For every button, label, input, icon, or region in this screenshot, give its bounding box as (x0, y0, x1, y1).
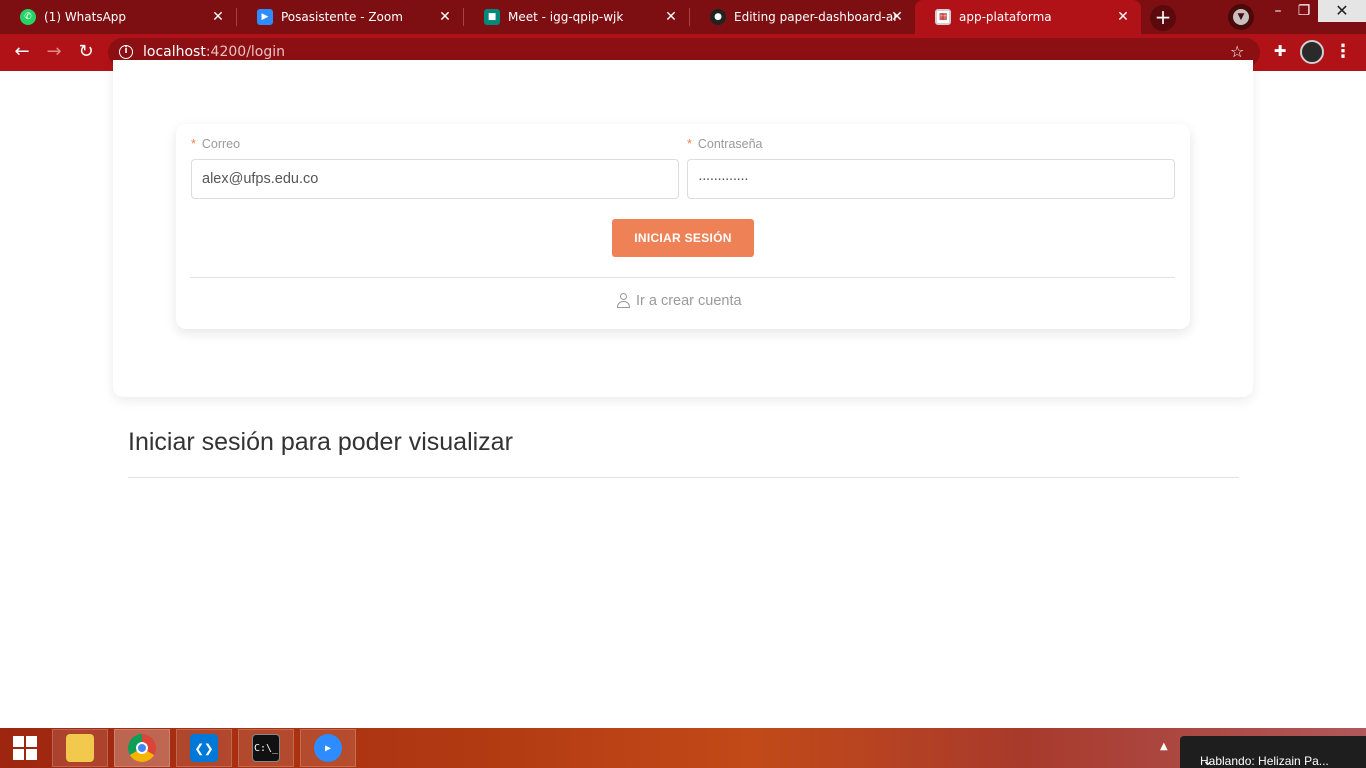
tab-github[interactable]: ● Editing paper-dashboard-angu ✕ (690, 0, 915, 34)
reload-button[interactable]: ↻ (73, 39, 99, 65)
menu-dots-icon[interactable]: ⋮ (1334, 40, 1352, 64)
required-mark: * (191, 137, 196, 151)
tab-title: app-plataforma (959, 10, 1052, 24)
taskbar-vscode[interactable]: ❮❯ (176, 729, 232, 767)
taskbar-zoom[interactable]: ▶ (300, 729, 356, 767)
file-explorer-icon (66, 734, 94, 762)
restore-button[interactable]: ❐ (1290, 0, 1318, 24)
heading-divider (128, 477, 1239, 478)
extensions-puzzle-icon[interactable]: ✚ (1270, 42, 1290, 62)
tab-whatsapp[interactable]: ✆ (1) WhatsApp ✕ (0, 0, 236, 34)
close-icon[interactable]: ✕ (663, 9, 679, 25)
tab-meet[interactable]: ■ Meet - igg-qpip-wjk ✕ (464, 0, 689, 34)
url-host: localhost (143, 44, 206, 60)
tab-title: Editing paper-dashboard-angu (734, 10, 896, 24)
password-field[interactable]: ············· (687, 159, 1175, 199)
email-value: alex@ufps.edu.co (202, 171, 319, 187)
zoom-icon: ▶ (257, 9, 273, 25)
profile-avatar[interactable] (1300, 40, 1324, 64)
new-tab-button[interactable]: + (1150, 5, 1176, 31)
email-label: * Correo (191, 137, 240, 151)
password-value: ············· (698, 171, 749, 187)
app-icon: ▦ (935, 9, 951, 25)
close-icon[interactable]: ✕ (1115, 9, 1131, 25)
password-label-text: Contraseña (697, 137, 763, 151)
login-button[interactable]: INICIAR SESIÓN (612, 219, 754, 257)
user-icon (617, 293, 630, 309)
url-text[interactable]: localhost:4200/login (143, 44, 285, 60)
tab-search-button[interactable]: ▼ (1228, 4, 1254, 30)
notification-text: Hablando: Helizain Pa... (1200, 754, 1329, 768)
tab-zoom[interactable]: ▶ Posasistente - Zoom ✕ (237, 0, 463, 34)
terminal-icon-text: C:\_ (253, 742, 279, 754)
site-info-icon[interactable]: i (119, 45, 133, 59)
windows-logo-icon (13, 736, 37, 760)
password-label: * Contraseña (687, 137, 763, 151)
page-title: Iniciar sesión para poder visualizar (128, 428, 513, 456)
form-divider (190, 277, 1175, 278)
minimize-button[interactable]: – (1264, 0, 1292, 24)
email-label-text: Correo (201, 137, 241, 151)
close-icon[interactable]: ✕ (437, 9, 453, 25)
tab-title: (1) WhatsApp (44, 10, 127, 24)
close-icon[interactable]: ✕ (889, 9, 905, 25)
github-icon: ● (710, 9, 726, 25)
back-button[interactable]: ← (9, 39, 35, 65)
zoom-icon: ▶ (314, 734, 342, 762)
taskbar-chrome[interactable] (114, 729, 170, 767)
create-account-label: Ir a crear cuenta (636, 293, 742, 309)
whatsapp-icon: ✆ (20, 9, 36, 25)
taskbar-terminal[interactable]: C:\_ (238, 729, 294, 767)
tab-title: Posasistente - Zoom (281, 10, 403, 24)
email-field[interactable]: alex@ufps.edu.co (191, 159, 679, 199)
terminal-icon: C:\_ (252, 734, 280, 762)
taskbar-file-explorer[interactable] (52, 729, 108, 767)
tab-title: Meet - igg-qpip-wjk (508, 10, 624, 24)
create-account-link[interactable]: Ir a crear cuenta (617, 293, 742, 309)
vscode-icon: ❮❯ (190, 734, 218, 762)
start-button[interactable] (0, 728, 50, 768)
tray-expand-icon[interactable]: ▲ (1160, 741, 1168, 752)
chevron-down-icon[interactable]: ⌄ (1202, 752, 1214, 768)
required-mark: * (687, 137, 692, 151)
windows-taskbar: ❮❯ C:\_ ▶ ▲ (0, 728, 1366, 768)
close-icon[interactable]: ✕ (210, 9, 226, 25)
meet-icon: ■ (484, 9, 500, 25)
login-button-label: INICIAR SESIÓN (634, 231, 732, 245)
bookmark-star-icon[interactable]: ☆ (1230, 42, 1244, 61)
chevron-down-icon: ▼ (1233, 9, 1249, 25)
notification-popup[interactable]: ⌄ Hablando: Helizain Pa... (1180, 736, 1366, 768)
window-close-button[interactable]: ✕ (1318, 0, 1366, 22)
url-path: :4200/login (205, 44, 286, 60)
tab-app-plataforma[interactable]: ▦ app-plataforma ✕ (915, 0, 1141, 34)
tab-strip: ✆ (1) WhatsApp ✕ ▶ Posasistente - Zoom ✕… (0, 0, 1366, 34)
forward-button[interactable]: → (41, 39, 67, 65)
chrome-icon (128, 734, 156, 762)
